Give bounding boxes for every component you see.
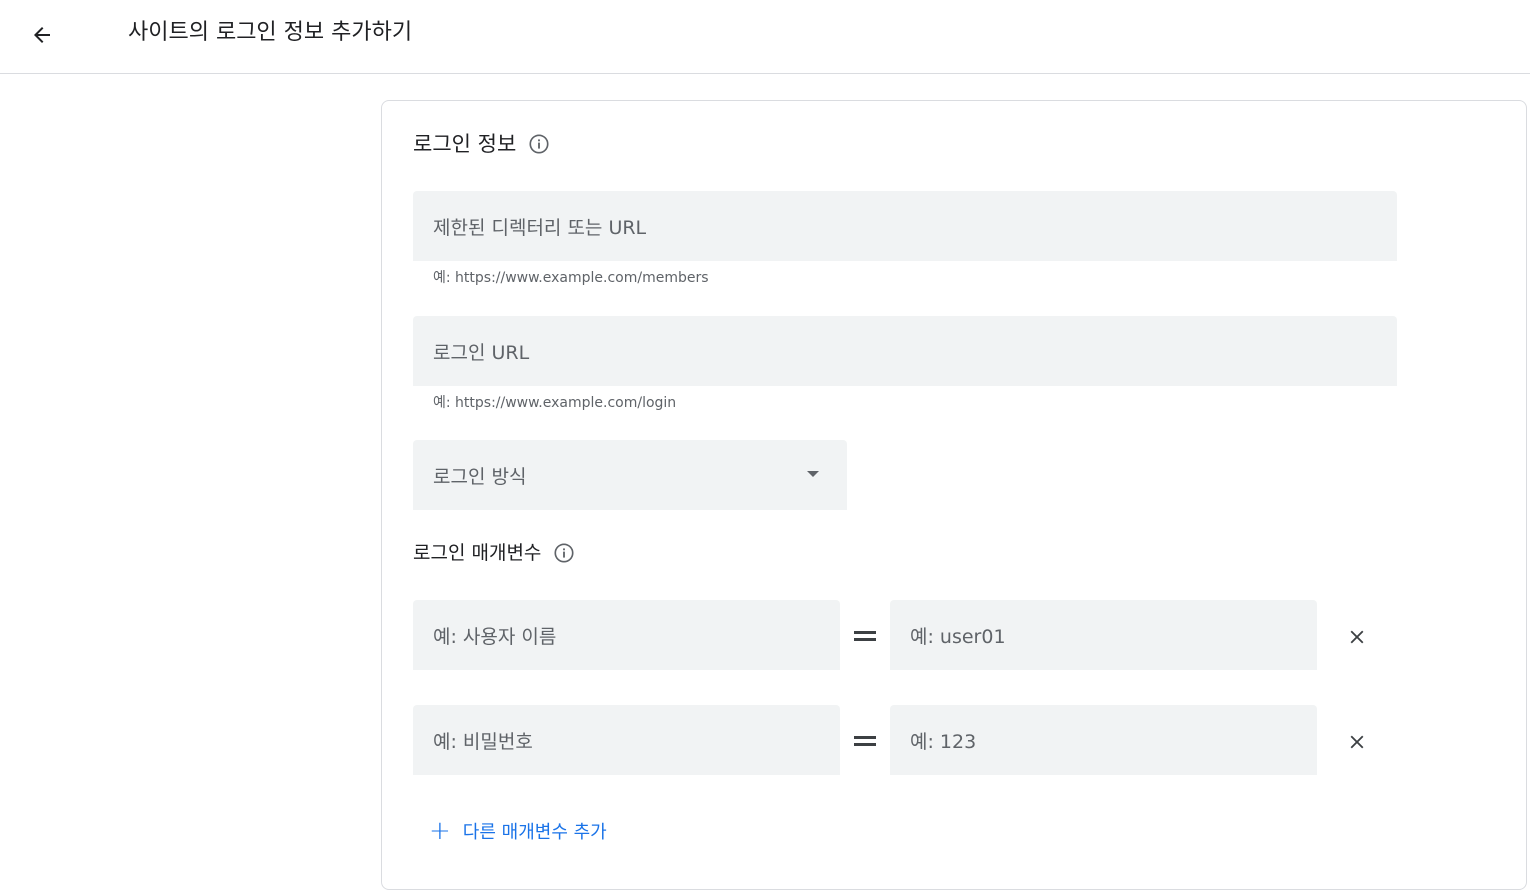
param-value-input[interactable]: 예: 123 — [890, 705, 1317, 775]
login-params-header: 로그인 매개변수 — [413, 539, 575, 567]
login-method-select[interactable]: 로그인 방식 — [413, 440, 847, 510]
close-icon — [1350, 630, 1364, 644]
restricted-url-placeholder: 제한된 디렉터리 또는 URL — [433, 216, 647, 239]
login-info-section-header: 로그인 정보 — [413, 129, 550, 159]
login-url-input[interactable]: 로그인 URL — [413, 316, 1397, 386]
page-title: 사이트의 로그인 정보 추가하기 — [128, 20, 413, 45]
back-button[interactable] — [22, 15, 62, 55]
equals-icon — [854, 736, 876, 746]
login-info-title: 로그인 정보 — [413, 132, 517, 156]
dropdown-arrow-icon — [807, 471, 819, 477]
arrow-back-icon — [34, 27, 50, 43]
login-url-placeholder: 로그인 URL — [433, 341, 530, 364]
param-value-placeholder: 예: 123 — [910, 730, 977, 753]
top-app-bar: 사이트의 로그인 정보 추가하기 — [0, 0, 1530, 74]
param-value-input[interactable]: 예: user01 — [890, 600, 1317, 670]
login-url-helper: 예: https://www.example.com/login — [433, 395, 677, 411]
remove-param-button[interactable] — [1341, 621, 1373, 653]
remove-param-button[interactable] — [1341, 726, 1373, 758]
param-name-placeholder: 예: 비밀번호 — [433, 730, 533, 753]
info-icon[interactable] — [553, 542, 575, 564]
login-method-placeholder: 로그인 방식 — [433, 465, 527, 488]
info-icon[interactable] — [528, 133, 550, 155]
param-name-placeholder: 예: 사용자 이름 — [433, 625, 557, 648]
restricted-url-helper: 예: https://www.example.com/members — [433, 270, 709, 286]
param-name-input[interactable]: 예: 비밀번호 — [413, 705, 840, 775]
login-params-title: 로그인 매개변수 — [413, 542, 542, 564]
equals-icon — [854, 631, 876, 641]
param-value-placeholder: 예: user01 — [910, 625, 1006, 648]
close-icon — [1350, 735, 1364, 749]
plus-icon: + — [429, 816, 451, 846]
login-info-card: 로그인 정보 제한된 디렉터리 또는 URL 예: https://www.ex… — [381, 100, 1527, 890]
param-name-input[interactable]: 예: 사용자 이름 — [413, 600, 840, 670]
add-param-button[interactable]: + 다른 매개변수 추가 — [429, 818, 607, 844]
add-param-label: 다른 매개변수 추가 — [462, 822, 607, 843]
restricted-url-input[interactable]: 제한된 디렉터리 또는 URL — [413, 191, 1397, 261]
